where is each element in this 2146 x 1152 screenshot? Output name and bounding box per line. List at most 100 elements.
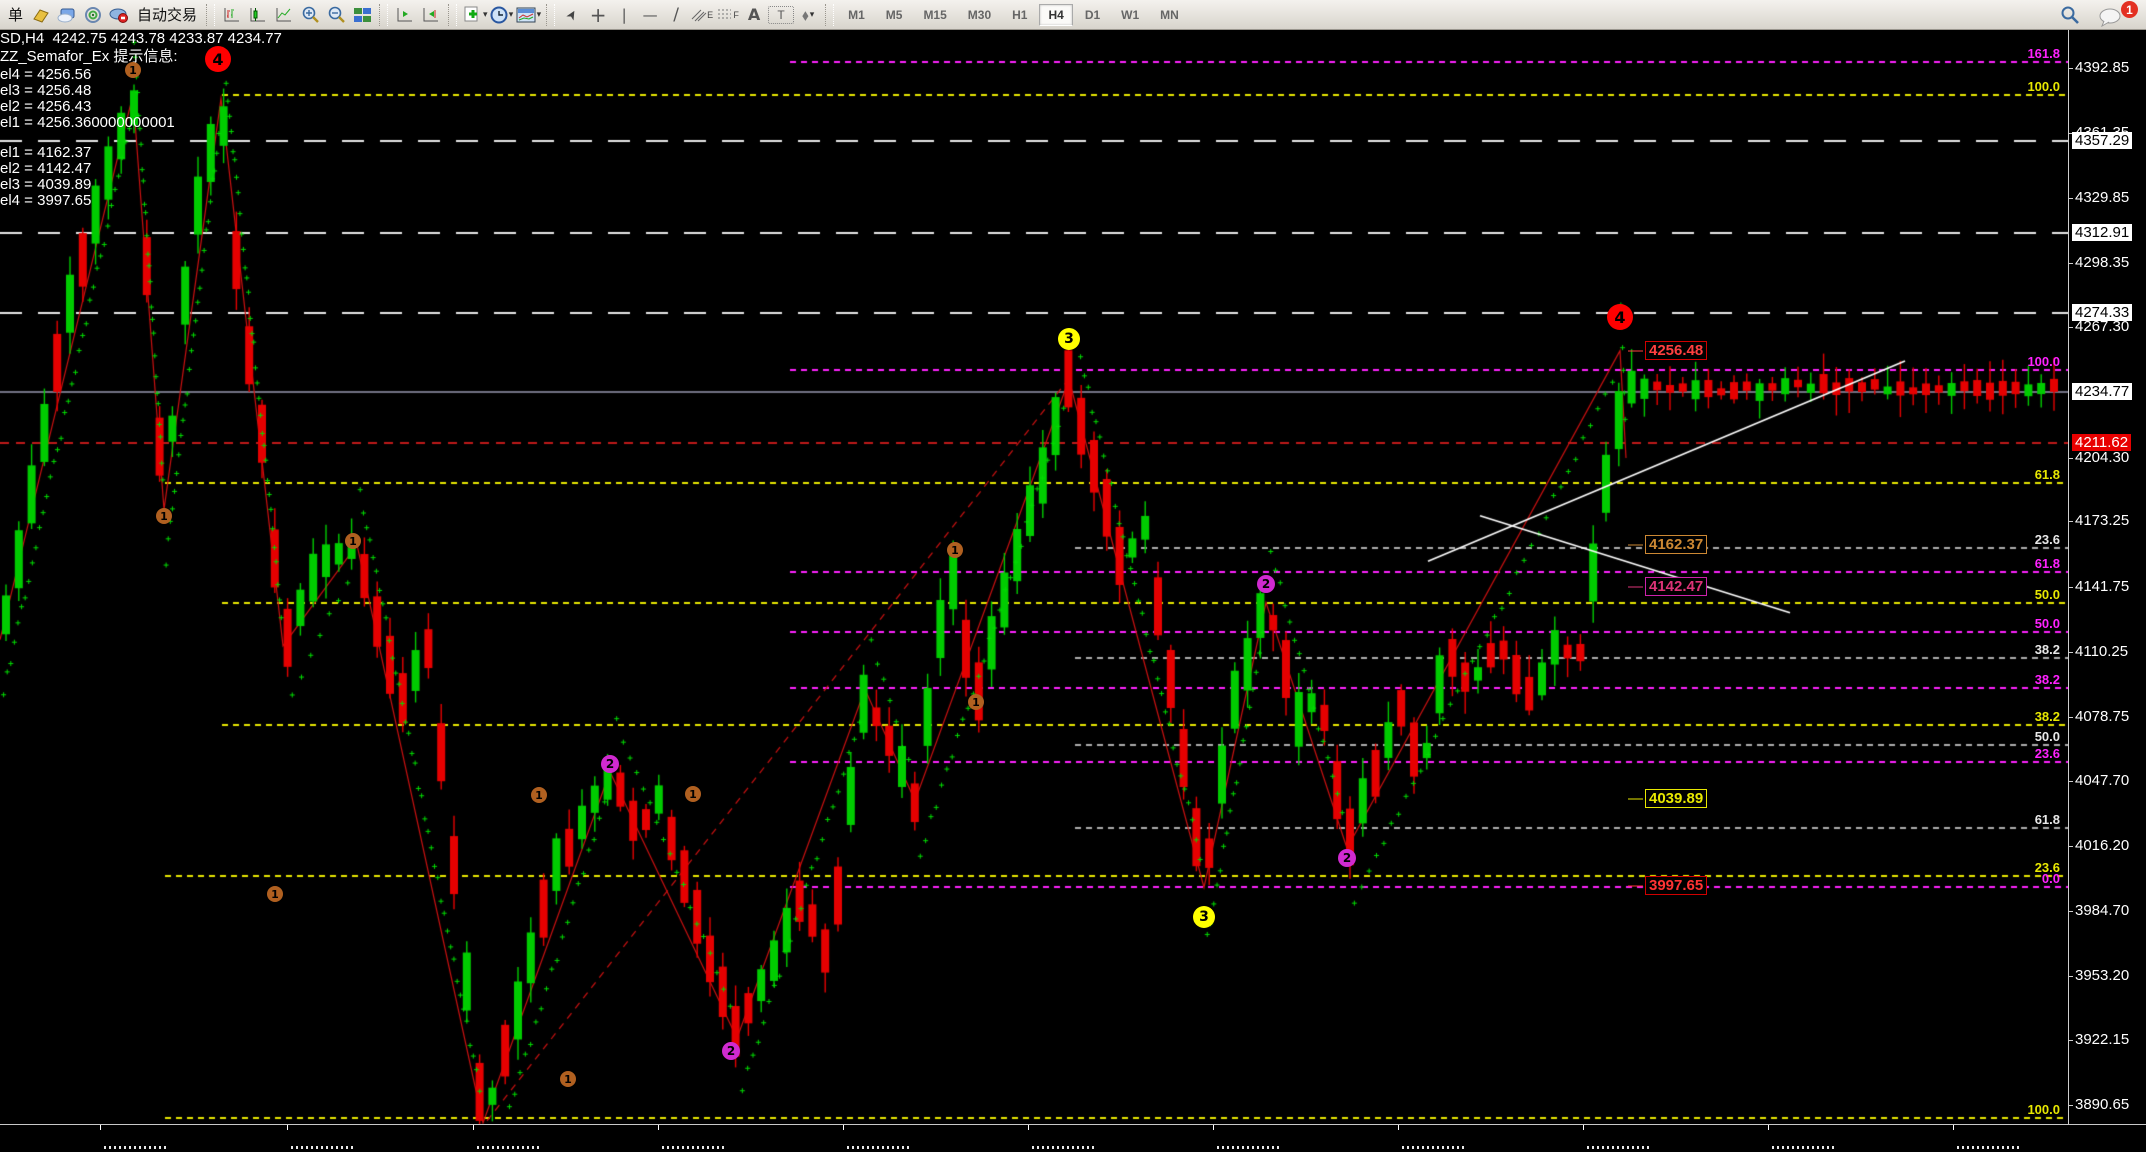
timeframe-M15[interactable]: M15 bbox=[914, 4, 955, 26]
callout-value: 3997.65 bbox=[1645, 876, 1707, 895]
equidistant-channel-tool[interactable]: E bbox=[690, 3, 714, 27]
chart-info-line: el3 = 4039.89 bbox=[0, 176, 91, 193]
timeframe-H1[interactable]: H1 bbox=[1003, 4, 1036, 26]
new-chart-button[interactable]: ▾ bbox=[462, 3, 488, 27]
callout-value: 4256.48 bbox=[1645, 341, 1707, 360]
fib-level-label: 23.6 bbox=[2000, 532, 2060, 547]
time-label-clipped bbox=[104, 1146, 166, 1149]
chart-shift-icon[interactable] bbox=[393, 3, 417, 27]
fib-level-label: 23.6 bbox=[2000, 746, 2060, 761]
price-axis-label: 4173.25 bbox=[2075, 512, 2129, 529]
time-label-clipped bbox=[477, 1146, 539, 1149]
price-axis[interactable]: 4392.854361.354357.294329.854312.914298.… bbox=[2068, 30, 2146, 1124]
price-axis-label: 4016.20 bbox=[2075, 837, 2129, 854]
price-axis-label: 4312.91 bbox=[2072, 224, 2132, 241]
price-callout[interactable]: —4039.89 bbox=[1628, 789, 1707, 808]
trendline-tool[interactable]: / bbox=[664, 3, 688, 27]
timeframe-W1[interactable]: W1 bbox=[1112, 4, 1148, 26]
timeframe-group: M1M5M15M30H1H4D1W1MN bbox=[839, 2, 1188, 28]
autotrade-button[interactable]: 自动交易 bbox=[133, 4, 201, 25]
semafor-1-marker: 1 bbox=[267, 886, 283, 902]
arrows-tool[interactable]: ⬧▾ bbox=[796, 3, 820, 27]
chart-info-line: el2 = 4256.43 bbox=[0, 98, 91, 115]
chevron-down-icon[interactable]: ▾ bbox=[810, 9, 815, 20]
text-label-tool[interactable]: T bbox=[768, 6, 794, 24]
price-axis-label: 4267.30 bbox=[2075, 318, 2129, 335]
fib-level-label: 38.2 bbox=[2000, 642, 2060, 657]
fib-level-label: 50.0 bbox=[2000, 729, 2060, 744]
notification-badge[interactable]: 1 bbox=[2121, 1, 2138, 18]
time-label-clipped bbox=[1772, 1146, 1834, 1149]
time-tick bbox=[658, 1125, 659, 1130]
time-label-clipped bbox=[662, 1146, 724, 1149]
market-watch-cloud-icon[interactable] bbox=[55, 3, 79, 27]
time-axis[interactable] bbox=[0, 1124, 2146, 1152]
time-label-clipped bbox=[1217, 1146, 1279, 1149]
time-tick bbox=[1768, 1125, 1769, 1130]
semafor-1-marker: 1 bbox=[156, 508, 172, 524]
chart-info-line: ZZ_Semafor_Ex 提示信息: bbox=[0, 48, 178, 65]
fibonacci-tool[interactable]: F bbox=[716, 3, 740, 27]
time-tick bbox=[287, 1125, 288, 1130]
chart-info-line: el2 = 4142.47 bbox=[0, 160, 91, 177]
bar-chart-icon[interactable] bbox=[220, 3, 244, 27]
period-clock-button[interactable]: ▾ bbox=[490, 3, 514, 27]
semafor-3-marker: 3 bbox=[1193, 906, 1215, 928]
timeframe-M5[interactable]: M5 bbox=[877, 4, 912, 26]
chart-info-line: el3 = 4256.48 bbox=[0, 82, 91, 99]
semafor-4-marker: 4 bbox=[1607, 304, 1633, 330]
zoom-in-icon[interactable] bbox=[298, 3, 322, 27]
time-tick bbox=[1953, 1125, 1954, 1130]
chevron-down-icon[interactable]: ▾ bbox=[483, 9, 488, 20]
toolbar-separator bbox=[825, 4, 834, 26]
callout-value: 4162.37 bbox=[1645, 535, 1707, 554]
autotrade-stop-icon[interactable] bbox=[107, 3, 131, 27]
fib-level-label: 50.0 bbox=[2000, 587, 2060, 602]
line-chart-icon[interactable] bbox=[272, 3, 296, 27]
time-label-clipped bbox=[1032, 1146, 1094, 1149]
auto-scroll-icon[interactable] bbox=[419, 3, 443, 27]
candlestick-canvas bbox=[0, 30, 2068, 1124]
text-tool[interactable]: A bbox=[742, 3, 766, 27]
signal-icon[interactable] bbox=[81, 3, 105, 27]
timeframe-M1[interactable]: M1 bbox=[839, 4, 874, 26]
tile-windows-icon[interactable] bbox=[350, 3, 374, 27]
cursor-tool[interactable]: ➤ bbox=[556, 0, 589, 31]
fib-level-label: 61.8 bbox=[2000, 812, 2060, 827]
chart-area[interactable]: SD,H4 4242.75 4243.78 4233.87 4234.77ZZ_… bbox=[0, 30, 2146, 1124]
semafor-4-marker: 4 bbox=[205, 46, 231, 72]
semafor-1-marker: 1 bbox=[125, 62, 141, 78]
crosshair-tool[interactable]: + bbox=[586, 3, 610, 27]
search-icon[interactable] bbox=[2058, 3, 2082, 27]
time-tick bbox=[1398, 1125, 1399, 1130]
timeframe-H4[interactable]: H4 bbox=[1039, 4, 1072, 26]
semafor-2-marker: 2 bbox=[601, 755, 619, 773]
timeframe-MN[interactable]: MN bbox=[1151, 4, 1188, 26]
candlestick-icon[interactable] bbox=[246, 3, 270, 27]
horizontal-line-tool[interactable]: — bbox=[638, 3, 662, 27]
template-button[interactable]: ▾ bbox=[516, 3, 542, 27]
price-callout[interactable]: —3997.65 bbox=[1628, 876, 1707, 895]
time-label-clipped bbox=[847, 1146, 909, 1149]
notepad-icon[interactable] bbox=[29, 3, 53, 27]
price-callout[interactable]: —4162.37 bbox=[1628, 535, 1707, 554]
price-callout[interactable]: —4142.47 bbox=[1628, 577, 1707, 596]
chart-info-line: el4 = 3997.65 bbox=[0, 192, 91, 209]
chevron-down-icon[interactable]: ▾ bbox=[537, 9, 542, 20]
time-label-clipped bbox=[1402, 1146, 1464, 1149]
semafor-3-marker: 3 bbox=[1058, 328, 1080, 350]
chevron-down-icon[interactable]: ▾ bbox=[509, 9, 514, 20]
toolbar-separator bbox=[206, 4, 215, 26]
timeframe-D1[interactable]: D1 bbox=[1076, 4, 1109, 26]
toolbar-separator bbox=[546, 4, 555, 26]
fib-level-label: 50.0 bbox=[2000, 616, 2060, 631]
vertical-line-tool[interactable]: | bbox=[612, 3, 636, 27]
zoom-out-icon[interactable] bbox=[324, 3, 348, 27]
new-order-label-fragment[interactable]: 单 bbox=[4, 4, 27, 25]
price-callout[interactable]: —4256.48 bbox=[1628, 341, 1707, 360]
toolbar-separator bbox=[379, 4, 388, 26]
callout-value: 4039.89 bbox=[1645, 789, 1707, 808]
price-axis-label: 3922.15 bbox=[2075, 1031, 2129, 1048]
semafor-2-marker: 2 bbox=[722, 1042, 740, 1060]
timeframe-M30[interactable]: M30 bbox=[959, 4, 1000, 26]
